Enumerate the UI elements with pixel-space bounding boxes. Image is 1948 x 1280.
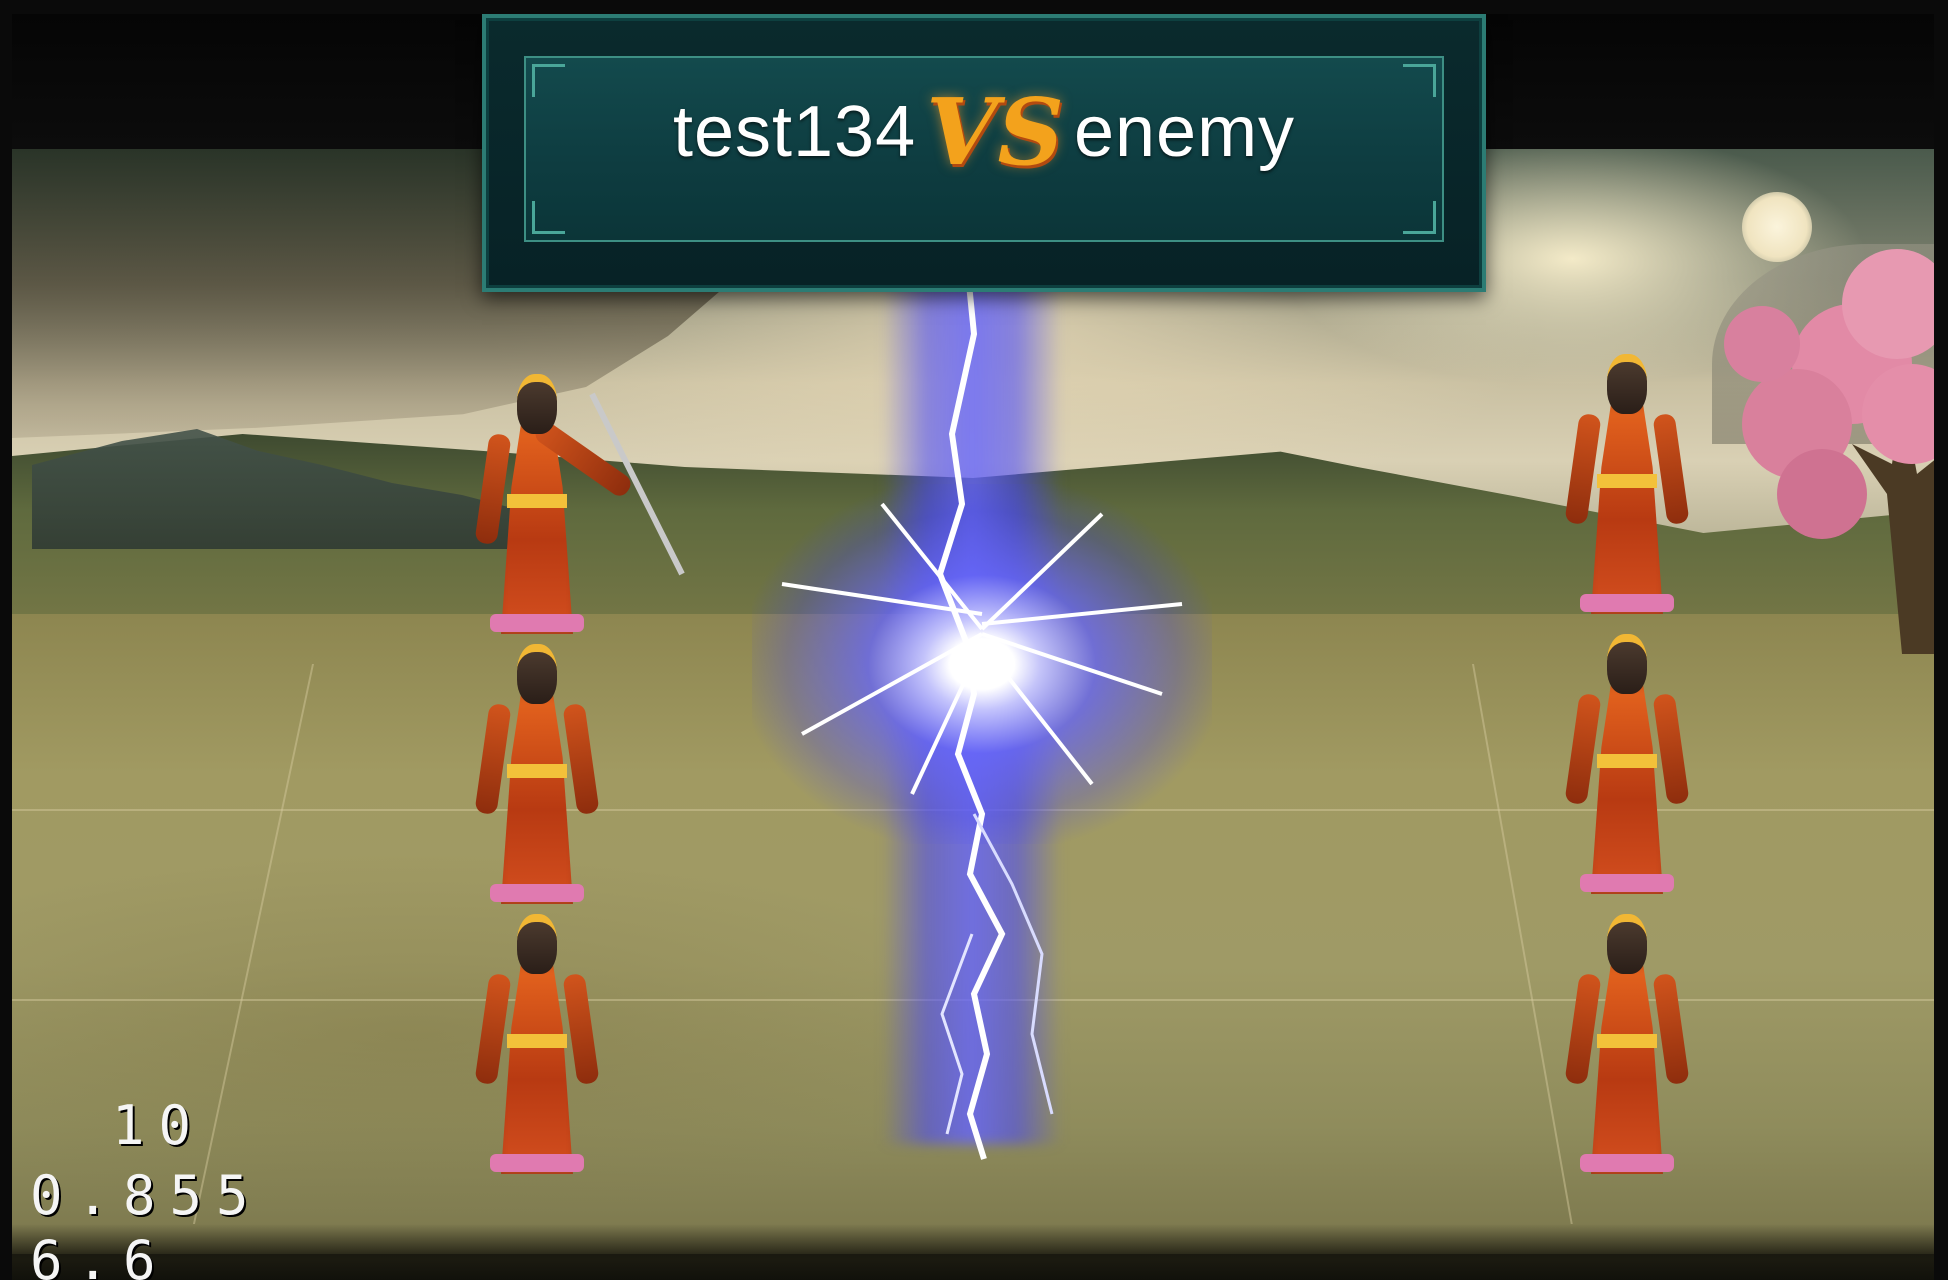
enemy-warrior[interactable] xyxy=(1552,904,1702,1194)
warrior-belt xyxy=(507,1034,567,1048)
warrior-belt xyxy=(1597,1034,1657,1048)
debug-value-3: 6.6 xyxy=(30,1229,170,1280)
warrior-hem xyxy=(1580,874,1674,892)
warrior-arm xyxy=(474,433,512,545)
versus-banner: test134 VS enemy xyxy=(482,14,1486,292)
banner-corner-ornament xyxy=(532,201,565,234)
enemy-name: enemy xyxy=(1073,92,1296,172)
warrior-belt xyxy=(1597,474,1657,488)
warrior-hem xyxy=(1580,594,1674,612)
warrior-head xyxy=(1607,354,1647,414)
warrior-arm xyxy=(474,973,512,1085)
warrior-hem xyxy=(490,884,584,902)
warrior-head xyxy=(1607,914,1647,974)
debug-value-1: 10 xyxy=(112,1094,206,1157)
warrior-arm xyxy=(1652,693,1690,805)
banner-corner-ornament xyxy=(1403,201,1436,234)
ground-shadow xyxy=(12,1224,1934,1280)
warrior-belt xyxy=(1597,754,1657,768)
warrior-hem xyxy=(1580,1154,1674,1172)
player-warrior-attacking[interactable] xyxy=(462,364,685,654)
warrior-head xyxy=(517,644,557,704)
warrior-arm xyxy=(1564,413,1602,525)
warrior-arm xyxy=(1564,973,1602,1085)
warrior-arm xyxy=(1652,973,1690,1085)
debug-value-2: 0.855 xyxy=(30,1164,263,1227)
warrior-belt xyxy=(507,764,567,778)
warrior-arm xyxy=(562,973,600,1085)
warrior-head xyxy=(517,914,557,974)
game-frame: test134 VS enemy 10 0.855 6.6 xyxy=(0,0,1948,1280)
enemy-warrior[interactable] xyxy=(1552,624,1702,914)
warrior-hem xyxy=(490,614,584,632)
versus-names: test134 VS enemy xyxy=(486,86,1482,178)
warrior-arm xyxy=(1652,413,1690,525)
warrior-arm xyxy=(474,703,512,815)
warrior-head xyxy=(1607,634,1647,694)
warrior-hem xyxy=(490,1154,584,1172)
player-name: test134 xyxy=(672,92,917,172)
battle-stage[interactable]: test134 VS enemy 10 0.855 6.6 xyxy=(12,14,1934,1280)
enemy-warrior[interactable] xyxy=(1552,344,1702,634)
lightning-bolt xyxy=(781,183,1183,1160)
warrior-belt xyxy=(507,494,567,508)
warrior-arm xyxy=(562,703,600,815)
vs-label: VS xyxy=(926,78,1064,186)
player-warrior[interactable] xyxy=(462,904,612,1194)
player-warrior[interactable] xyxy=(462,634,612,924)
sword-icon xyxy=(589,392,685,576)
cherry-blossom-tree xyxy=(1724,249,1934,654)
warrior-arm xyxy=(1564,693,1602,805)
warrior-head xyxy=(517,374,557,434)
